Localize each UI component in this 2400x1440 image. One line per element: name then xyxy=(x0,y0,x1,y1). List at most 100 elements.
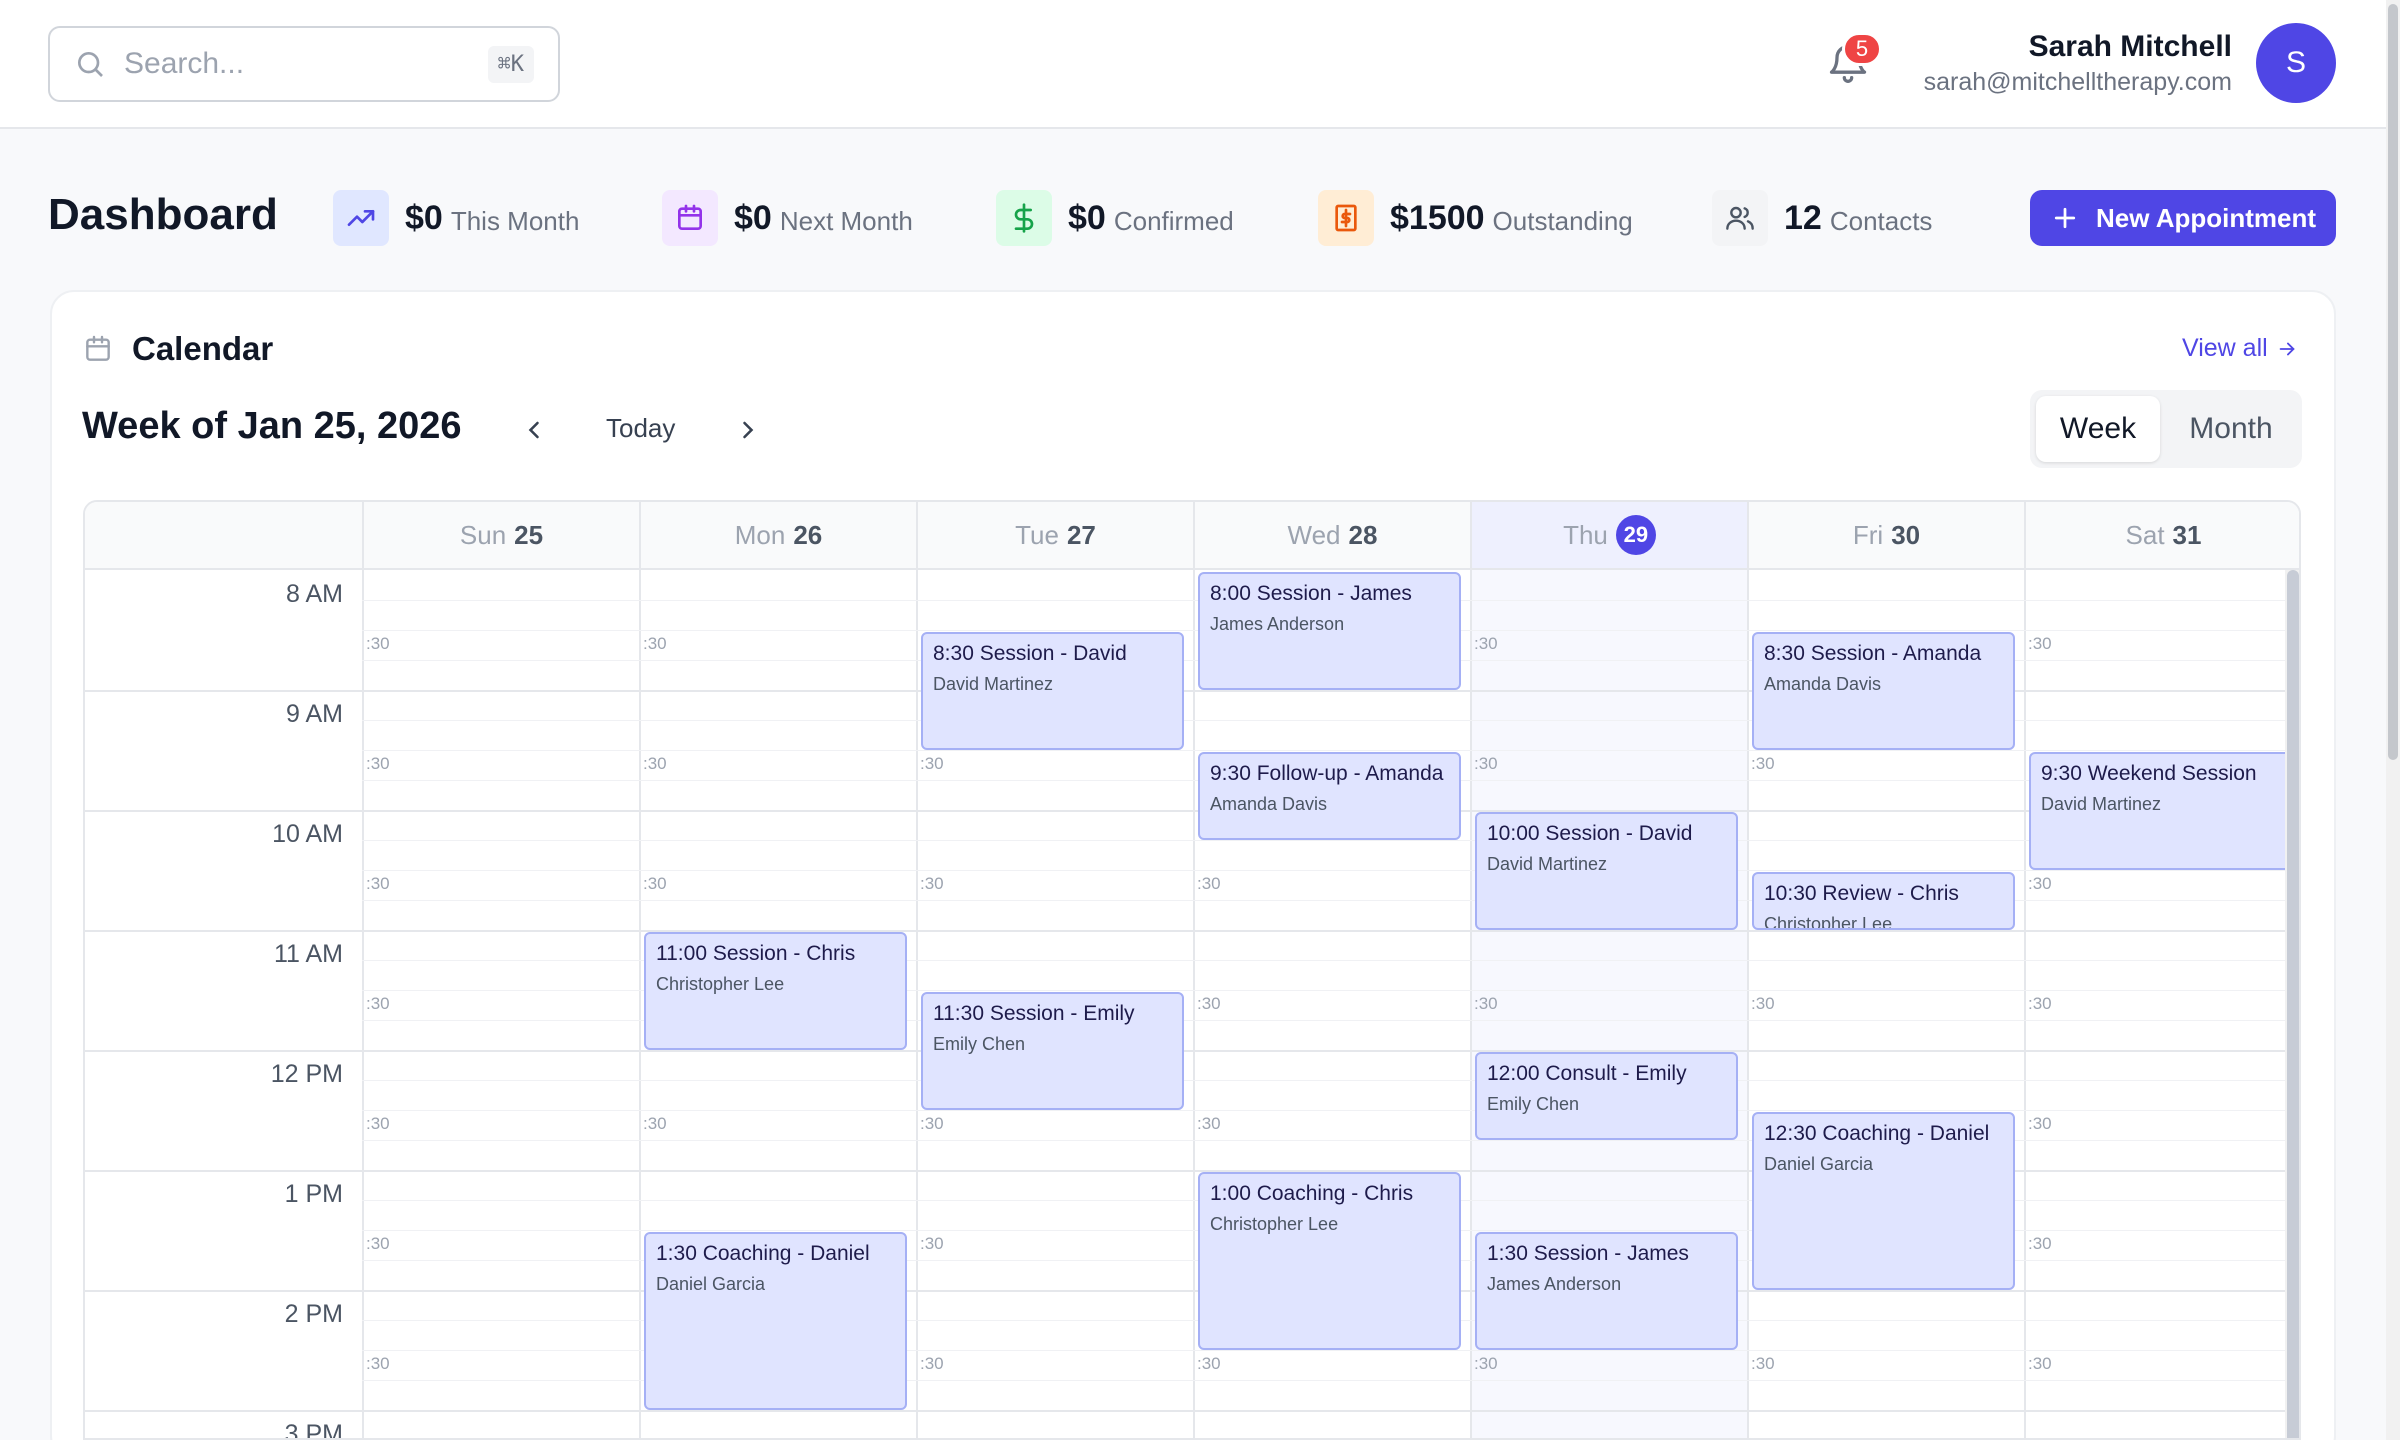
half-hour-label: :30 xyxy=(1197,1114,1221,1133)
hour-divider xyxy=(85,1410,2285,1412)
search-input[interactable]: Search... xyxy=(124,47,488,81)
slot-divider xyxy=(362,870,2285,871)
stat-label: Outstanding xyxy=(1492,205,1633,236)
invoice-icon xyxy=(1318,190,1374,246)
event-client: David Martinez xyxy=(2041,794,2162,814)
day-number: 27 xyxy=(1066,519,1096,550)
grid-scrollbar-thumb[interactable] xyxy=(2287,570,2299,1438)
appointment-event[interactable]: 1:00 Coaching - Chris Christopher Lee xyxy=(1198,1172,1461,1350)
event-title: 9:30 Follow-up - Amanda xyxy=(1210,762,1444,785)
calendar-header: Calendar xyxy=(82,330,273,368)
view-all-label: View all xyxy=(2182,334,2268,362)
appointment-event[interactable]: 12:00 Consult - Emily Emily Chen xyxy=(1475,1052,1738,1140)
users-icon xyxy=(1712,190,1768,246)
column-divider xyxy=(362,570,364,1438)
view-all-link[interactable]: View all xyxy=(2182,334,2298,363)
page-scrollbar[interactable] xyxy=(2386,0,2400,1440)
half-hour-label: :30 xyxy=(366,874,390,893)
half-hour-label: :30 xyxy=(920,874,944,893)
day-header-sat[interactable]: Sat 31 xyxy=(2024,502,2299,570)
trending-up-icon xyxy=(333,190,389,246)
half-hour-label: :30 xyxy=(366,634,390,653)
event-title: 8:30 Session - David xyxy=(933,642,1127,665)
day-header-thu[interactable]: Thu 29 xyxy=(1470,502,1747,570)
appointment-event[interactable]: 11:00 Session - Chris Christopher Lee xyxy=(644,932,907,1050)
hour-label: 3 PM xyxy=(284,1420,343,1440)
event-title: 1:00 Coaching - Chris xyxy=(1210,1182,1414,1205)
month-view-button[interactable]: Month xyxy=(2166,396,2296,462)
day-name: Wed xyxy=(1287,519,1341,550)
half-hour-label: :30 xyxy=(920,1234,944,1253)
page-title: Dashboard xyxy=(48,190,278,239)
appointment-event[interactable]: 10:00 Session - David David Martinez xyxy=(1475,812,1738,930)
event-client: Amanda Davis xyxy=(1210,794,1328,814)
appointment-event[interactable]: 1:30 Coaching - Daniel Daniel Garcia xyxy=(644,1232,907,1410)
day-number: 25 xyxy=(514,519,544,550)
hour-divider xyxy=(85,1290,2285,1292)
day-header-fri[interactable]: Fri 30 xyxy=(1747,502,2024,570)
view-toggle: Week Month xyxy=(2030,390,2302,468)
half-hour-label: :30 xyxy=(366,994,390,1013)
stat-outstanding: $1500 Outstanding xyxy=(1318,190,1633,246)
chevron-right-icon xyxy=(743,421,754,439)
half-hour-label: :30 xyxy=(1751,994,1775,1013)
event-client: Emily Chen xyxy=(1487,1094,1580,1114)
appointment-event[interactable]: 10:30 Review - Chris Christopher Lee xyxy=(1752,872,2015,930)
day-header-tue[interactable]: Tue 27 xyxy=(916,502,1193,570)
event-title: 8:00 Session - James xyxy=(1210,582,1412,605)
today-button[interactable]: Today xyxy=(606,413,675,444)
grid-scrollbar[interactable] xyxy=(2285,570,2299,1438)
half-hour-label: :30 xyxy=(2028,1354,2052,1373)
half-hour-label: :30 xyxy=(2028,994,2052,1013)
appointment-event[interactable]: 9:30 Weekend Session David Martinez xyxy=(2029,752,2292,870)
next-week-button[interactable] xyxy=(728,410,768,450)
hour-divider xyxy=(85,930,2285,932)
half-hour-label: :30 xyxy=(643,634,667,653)
calendar-icon xyxy=(86,335,110,361)
stat-label: This Month xyxy=(450,205,580,236)
event-client: Daniel Garcia xyxy=(656,1274,766,1294)
slot-divider xyxy=(362,1080,2285,1081)
column-divider xyxy=(639,570,641,1438)
appointment-event[interactable]: 9:30 Follow-up - Amanda Amanda Davis xyxy=(1198,752,1461,840)
appointment-event[interactable]: 12:30 Coaching - Daniel Daniel Garcia xyxy=(1752,1112,2015,1290)
day-name: Sat xyxy=(2125,519,2165,550)
event-client: Christopher Lee xyxy=(656,974,785,994)
appointment-event[interactable]: 1:30 Session - James James Anderson xyxy=(1475,1232,1738,1350)
day-header-wed[interactable]: Wed 28 xyxy=(1193,502,1470,570)
event-title: 1:30 Session - James xyxy=(1487,1242,1689,1265)
week-view-button[interactable]: Week xyxy=(2036,396,2160,462)
avatar[interactable]: S xyxy=(2256,23,2336,103)
search-box[interactable]: Search... ⌘K xyxy=(48,26,560,102)
slot-divider xyxy=(362,1110,2285,1111)
appointment-event[interactable]: 8:00 Session - James James Anderson xyxy=(1198,572,1461,690)
event-title: 12:30 Coaching - Daniel xyxy=(1764,1122,1990,1145)
day-number: 30 xyxy=(1891,519,1921,550)
day-name: Fri xyxy=(1852,519,1884,550)
new-appointment-button[interactable]: New Appointment xyxy=(2030,190,2336,246)
hour-label: 12 PM xyxy=(270,1060,343,1088)
new-appointment-label: New Appointment xyxy=(2095,202,2317,233)
prev-week-button[interactable] xyxy=(514,410,554,450)
half-hour-label: :30 xyxy=(920,754,944,773)
arrow-right-icon xyxy=(2279,342,2295,355)
day-header-sun[interactable]: Sun 25 xyxy=(362,502,639,570)
appointment-event[interactable]: 8:30 Session - Amanda Amanda Davis xyxy=(1752,632,2015,750)
hour-label: 9 AM xyxy=(286,700,343,728)
event-title: 1:30 Coaching - Daniel xyxy=(656,1242,870,1265)
plus-icon xyxy=(2054,207,2076,229)
user-email: sarah@mitchelltherapy.com xyxy=(1923,68,2232,96)
half-hour-label: :30 xyxy=(2028,874,2052,893)
event-client: James Anderson xyxy=(1487,1274,1622,1294)
user-name: Sarah Mitchell xyxy=(2028,30,2232,63)
page-scrollbar-thumb[interactable] xyxy=(2388,4,2398,760)
event-client: James Anderson xyxy=(1210,614,1345,634)
slot-divider xyxy=(362,750,2285,751)
day-header-mon[interactable]: Mon 26 xyxy=(639,502,916,570)
event-client: Christopher Lee xyxy=(1764,914,1893,930)
search-icon xyxy=(78,52,103,77)
half-hour-label: :30 xyxy=(643,1114,667,1133)
appointment-event[interactable]: 8:30 Session - David David Martinez xyxy=(921,632,1184,750)
appointment-event[interactable]: 11:30 Session - Emily Emily Chen xyxy=(921,992,1184,1110)
stat-value: $1500 xyxy=(1390,198,1485,237)
